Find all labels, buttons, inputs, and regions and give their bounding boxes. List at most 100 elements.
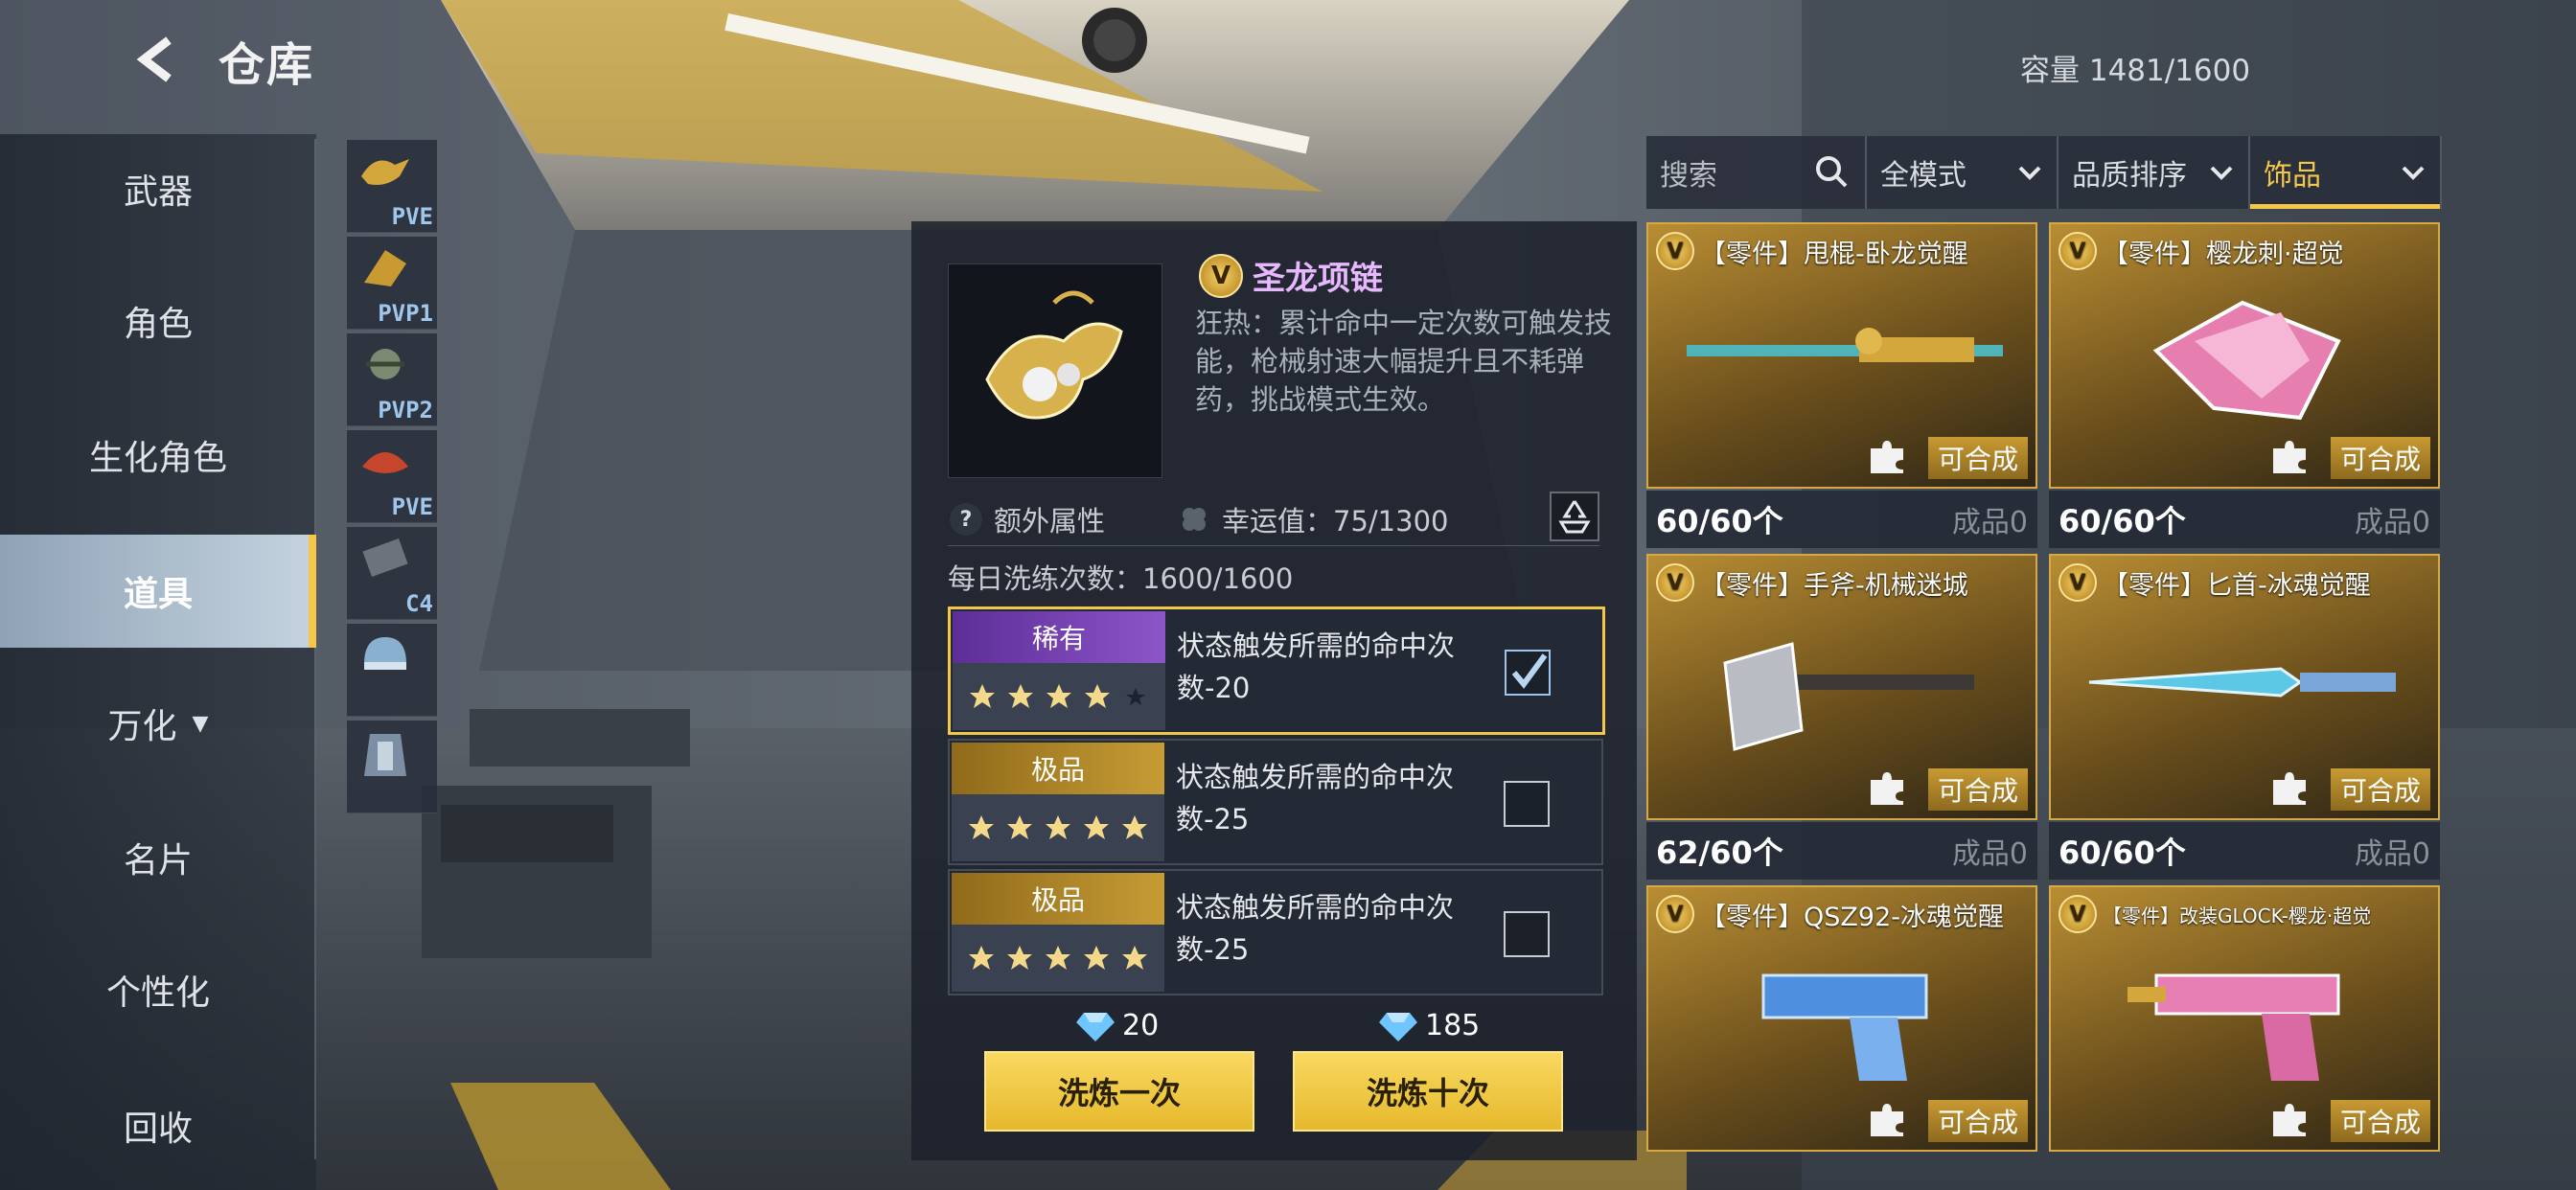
star-icon: [1046, 684, 1071, 708]
item-card[interactable]: V 【零件】甩棍-卧龙觉醒 可合成: [1646, 222, 2037, 489]
star-icon: [1046, 815, 1070, 839]
vest-icon: [364, 734, 406, 776]
star-icon: [1046, 946, 1070, 970]
equipped-slots: PVE PVP1 PVP2 PVE C4: [347, 140, 437, 817]
option-checkbox[interactable]: [1504, 781, 1550, 827]
chevron-down-icon: [2018, 166, 2041, 180]
option-rarity-badge: 稀有: [953, 611, 1165, 730]
card-count-bar: 60/60个 成品0: [2049, 822, 2440, 880]
tier-badge-icon: V: [2058, 563, 2097, 602]
star-icon: [1008, 684, 1033, 708]
extra-attributes[interactable]: ? 额外属性: [950, 499, 1105, 539]
sidebar-item-personalize[interactable]: 个性化: [0, 933, 316, 1046]
search-icon[interactable]: [1813, 153, 1850, 190]
back-arrow-icon[interactable]: [130, 33, 184, 86]
capacity-label: 容量 1481/1600: [2020, 54, 2251, 88]
item-card[interactable]: V 【零件】樱龙刺·超觉 可合成: [2049, 222, 2440, 489]
tier-badge-icon: V: [2058, 232, 2097, 270]
sidebar-item-characters[interactable]: 角色: [0, 264, 316, 378]
mode-dropdown[interactable]: 全模式: [1867, 136, 2058, 209]
tier-badge-icon: V: [1199, 253, 1243, 298]
synthesizable-badge: 可合成: [1928, 1100, 2028, 1142]
wash-option-row[interactable]: 极品 状态触发所需的命中次数-25: [948, 739, 1603, 865]
luck-value: 幸运值：75/1300: [1178, 499, 1448, 539]
item-detail-panel: V 圣龙项链 狂热：累计命中一定次数可触发技能，枪械射速大幅提升且不耗弹药，挑战…: [911, 221, 1637, 1160]
recycle-icon[interactable]: [1550, 492, 1599, 541]
sidebar-item-recycle[interactable]: 回收: [0, 1069, 316, 1182]
card-count-bar: 60/60个 成品0: [2049, 491, 2440, 548]
option-rarity-badge: 极品: [952, 873, 1164, 992]
slot-pvp2[interactable]: PVP2: [347, 333, 437, 426]
slot-vest[interactable]: [347, 721, 437, 813]
slot-helmet[interactable]: [347, 624, 437, 717]
page-title: 仓库: [218, 38, 315, 92]
option-checkbox[interactable]: [1504, 911, 1550, 957]
sort-dropdown[interactable]: 品质排序: [2058, 136, 2250, 209]
star-icon: [1122, 946, 1147, 970]
help-icon[interactable]: ?: [950, 503, 982, 536]
option-rarity-badge: 极品: [952, 743, 1164, 861]
dragon-necklace-icon: [985, 290, 1123, 420]
puzzle-icon: [2273, 441, 2306, 473]
slot-c4[interactable]: C4: [347, 527, 437, 620]
search-input[interactable]: 搜索: [1646, 136, 1867, 209]
star-rating: [952, 794, 1164, 861]
sidebar-item-zombie-characters[interactable]: 生化角色: [0, 399, 316, 512]
star-empty-icon: [1126, 688, 1145, 705]
dagger-art: [2088, 667, 2396, 698]
accessory-icon: [364, 250, 406, 286]
item-name: V 圣龙项链: [1199, 252, 1383, 299]
item-description: 狂热：累计命中一定次数可触发技能，枪械射速大幅提升且不耗弹药，挑战模式生效。: [1195, 307, 1613, 416]
star-icon: [1122, 815, 1147, 839]
puzzle-icon: [1871, 772, 1903, 805]
synthesizable-badge: 可合成: [1928, 437, 2028, 479]
star-icon: [969, 946, 994, 970]
item-card[interactable]: V 【零件】匕首-冰魂觉醒 可合成: [2049, 554, 2440, 820]
star-icon: [1084, 815, 1109, 839]
diamond-icon: [1076, 1012, 1115, 1041]
slot-pvp1[interactable]: PVP1: [347, 237, 437, 330]
star-icon: [1007, 815, 1032, 839]
synthesizable-badge: 可合成: [2331, 768, 2430, 811]
puzzle-icon: [1871, 1104, 1903, 1136]
sidebar-item-cards[interactable]: 名片: [0, 801, 316, 914]
star-icon: [1007, 946, 1032, 970]
daily-wash-count: 每日洗练次数：1600/1600: [948, 562, 1294, 595]
wash-ten-button[interactable]: 洗炼十次: [1293, 1051, 1563, 1132]
star-rating: [952, 925, 1164, 992]
accessory-icon: [366, 349, 404, 379]
card-count-bar: 62/60个 成品0: [1646, 822, 2037, 880]
accessory-icon: [361, 159, 409, 185]
option-checkbox-checked[interactable]: [1505, 650, 1551, 696]
wash-once-button[interactable]: 洗炼一次: [984, 1051, 1254, 1132]
glock-art: [2128, 973, 2340, 1081]
sidebar-item-weapons[interactable]: 武器: [0, 132, 316, 245]
star-icon: [1084, 946, 1109, 970]
chevron-down-icon: [2402, 166, 2425, 180]
helmet-icon: [364, 637, 406, 670]
item-card[interactable]: V 【零件】手斧-机械迷城 可合成: [1646, 554, 2037, 820]
chevron-down-icon: [2210, 166, 2233, 180]
dropdown-triangle-icon: ▼: [192, 711, 209, 736]
diamond-icon: [1379, 1012, 1417, 1041]
baton-art: [1687, 328, 2003, 362]
divider: [948, 545, 1599, 546]
cost-once: 20: [1076, 1009, 1159, 1042]
sidebar-item-wanhua[interactable]: 万化 ▼: [0, 667, 316, 780]
clover-icon: [1183, 508, 1206, 531]
star-icon: [969, 815, 994, 839]
category-dropdown[interactable]: 饰品: [2250, 136, 2442, 209]
cost-ten: 185: [1379, 1009, 1480, 1042]
slot-pve-2[interactable]: PVE: [347, 430, 437, 523]
sidebar-item-items[interactable]: 道具: [0, 535, 316, 648]
wash-option-row[interactable]: 稀有 状态触发所需的命中次数-20: [948, 606, 1605, 735]
item-card[interactable]: V 【零件】改装GLOCK-樱龙·超觉 可合成: [2049, 885, 2440, 1152]
puzzle-icon: [1871, 441, 1903, 473]
pistol-art: [1761, 973, 1928, 1081]
tier-badge-icon: V: [2058, 895, 2097, 933]
star-icon: [1085, 684, 1110, 708]
item-card[interactable]: V 【零件】QSZ92-冰魂觉醒 可合成: [1646, 885, 2037, 1152]
slot-pve[interactable]: PVE: [347, 140, 437, 233]
c4-icon: [362, 538, 408, 577]
wash-option-row[interactable]: 极品 状态触发所需的命中次数-25: [948, 869, 1603, 995]
